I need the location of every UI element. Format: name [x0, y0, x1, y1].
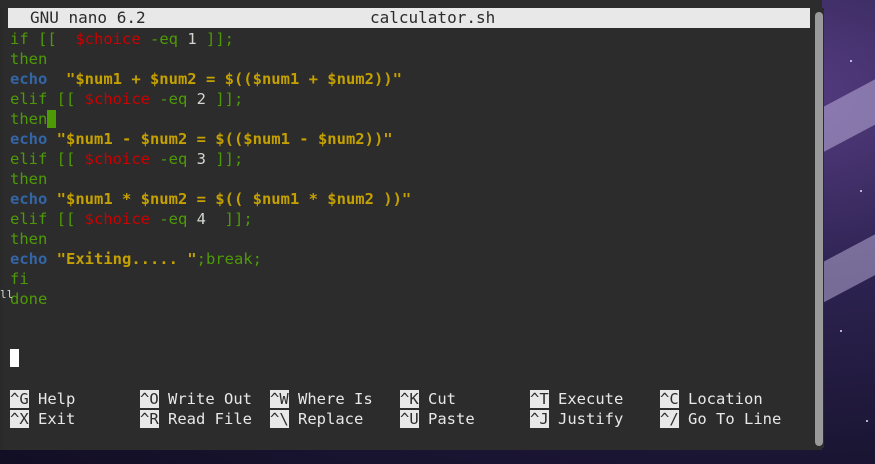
shortcut-justify[interactable]: ^J Justify [530, 409, 623, 429]
code-token: 1 [187, 30, 197, 48]
wallpaper-star [840, 330, 842, 332]
code-token: -eq [149, 150, 197, 168]
file-name: calculator.sh [370, 8, 496, 27]
shortcut-replace[interactable]: ^\ Replace [270, 409, 363, 429]
shortcut-location[interactable]: ^C Location [660, 389, 763, 409]
shortcut-key: ^/ [660, 410, 679, 428]
shortcut-key: ^O [140, 390, 159, 408]
code-line[interactable]: if [[ $choice -eq 1 ]]; [10, 29, 234, 49]
shortcut-cut[interactable]: ^K Cut [400, 389, 456, 409]
shortcut-label: Execute [548, 390, 624, 408]
code-token: elif [[ [10, 150, 85, 168]
shortcut-execute[interactable]: ^T Execute [530, 389, 623, 409]
code-token: 2 [196, 90, 206, 108]
code-line[interactable]: elif [[ $choice -eq 3 ]]; [10, 149, 243, 169]
shortcut-key: ^C [660, 390, 679, 408]
code-token: echo [10, 70, 48, 88]
code-token: done [10, 290, 48, 308]
code-line[interactable]: fi [10, 269, 29, 289]
shortcut-label: Justify [548, 410, 624, 428]
code-line[interactable]: echo "$num1 * $num2 = $(( $num1 * $num2 … [10, 189, 411, 209]
code-line[interactable]: then [10, 229, 47, 249]
shortcut-key: ^\ [270, 410, 289, 428]
code-token: elif [[ [10, 90, 85, 108]
code-token: fi [10, 270, 29, 288]
shortcut-label: Write Out [158, 390, 252, 408]
code-token: 4 [196, 210, 206, 228]
shortcut-help[interactable]: ^G Help [10, 389, 75, 409]
wallpaper-star [850, 60, 852, 62]
code-token: $choice [84, 150, 150, 168]
code-line[interactable]: elif [[ $choice -eq 4 ]]; [10, 209, 253, 229]
code-token: if [[ [10, 30, 76, 48]
shortcut-label: Where Is [288, 390, 373, 408]
wallpaper-star [866, 420, 868, 422]
code-token: ;break; [196, 250, 262, 268]
shortcut-label: Read File [158, 410, 252, 428]
code-token: echo [10, 190, 48, 208]
code-line[interactable]: elif [[ $choice -eq 2 ]]; [10, 89, 243, 109]
code-line[interactable]: then [10, 169, 47, 189]
code-token: -eq [140, 30, 188, 48]
code-line[interactable]: done [10, 289, 47, 309]
code-token: "$num1 + $num2 = $(($num1 + $num2))" [47, 70, 402, 88]
shortcut-label: Location [678, 390, 763, 408]
code-token: ]]; [196, 30, 234, 48]
shortcut-where-is[interactable]: ^W Where Is [270, 389, 373, 409]
code-token: then [10, 230, 48, 248]
shortcut-go-to-line[interactable]: ^/ Go To Line [660, 409, 781, 429]
code-token: then [10, 50, 48, 68]
shortcut-exit[interactable]: ^X Exit [10, 409, 75, 429]
shortcut-paste[interactable]: ^U Paste [400, 409, 475, 429]
code-line[interactable]: then [10, 109, 57, 129]
text-cursor [47, 110, 57, 128]
code-token: echo [10, 250, 48, 268]
code-token: $choice [75, 30, 141, 48]
code-token: then [10, 170, 48, 188]
shortcut-label: Cut [418, 390, 456, 408]
code-line[interactable]: echo "Exiting..... ";break; [10, 249, 262, 269]
edge-glyph: ll [0, 288, 14, 301]
shortcut-label: Exit [28, 410, 76, 428]
shortcut-key: ^K [400, 390, 419, 408]
window-edge [0, 8, 3, 450]
shortcut-key: ^W [270, 390, 289, 408]
code-token: then [10, 110, 48, 128]
code-line[interactable]: echo "$num1 + $num2 = $(($num1 + $num2))… [10, 69, 402, 89]
shortcut-label: Help [28, 390, 76, 408]
code-token: "Exiting..... " [47, 250, 197, 268]
shortcut-key: ^X [10, 410, 29, 428]
code-token: -eq [149, 210, 197, 228]
code-token: "$num1 * $num2 = $(( $num1 * $num2 ))" [47, 190, 412, 208]
shortcut-key: ^J [530, 410, 549, 428]
shortcut-key: ^R [140, 410, 159, 428]
code-token: 3 [196, 150, 206, 168]
code-line[interactable]: echo "$num1 - $num2 = $(($num1 - $num2))… [10, 129, 393, 149]
shortcut-read-file[interactable]: ^R Read File [140, 409, 252, 429]
shortcut-key: ^U [400, 410, 419, 428]
code-token: echo [10, 130, 48, 148]
code-line[interactable]: then [10, 49, 47, 69]
scrollbar-thumb[interactable] [815, 12, 823, 446]
shortcut-key: ^G [10, 390, 29, 408]
terminal-window[interactable]: GNU nano 6.2 calculator.sh if [[ $choice… [0, 0, 822, 450]
nano-titlebar: GNU nano 6.2 calculator.sh [8, 8, 810, 28]
wallpaper-star [860, 190, 862, 192]
text-cursor [10, 349, 19, 367]
code-token: elif [[ [10, 210, 85, 228]
code-token: $choice [84, 210, 150, 228]
code-token: "$num1 - $num2 = $(($num1 - $num2))" [47, 130, 393, 148]
code-token: ]]; [206, 90, 244, 108]
app-title: GNU nano 6.2 [30, 8, 146, 27]
code-token: $choice [84, 90, 150, 108]
shortcut-label: Replace [288, 410, 364, 428]
code-token: -eq [149, 90, 197, 108]
shortcut-write-out[interactable]: ^O Write Out [140, 389, 252, 409]
code-token: ]]; [206, 210, 253, 228]
shortcut-key: ^T [530, 390, 549, 408]
code-token: ]]; [206, 150, 244, 168]
shortcut-label: Go To Line [678, 410, 782, 428]
shortcut-label: Paste [418, 410, 475, 428]
